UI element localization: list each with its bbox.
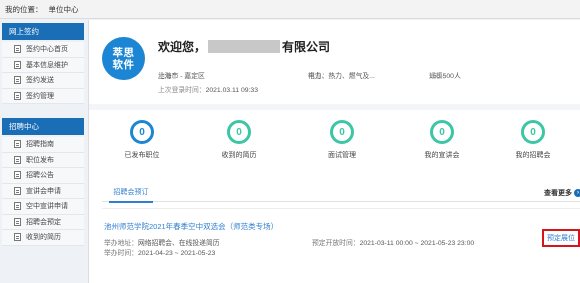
sidebar-item-sign-home[interactable]: 签约中心首页: [2, 42, 84, 58]
last-login-label: 上次登录时间：: [158, 87, 206, 94]
last-login: 上次登录时间：2021.03.11 09:33: [158, 84, 258, 94]
sidebar-item-label: 签约发送: [26, 77, 54, 85]
sidebar-item-label: 招聘公告: [26, 172, 54, 180]
stat-my-fairs[interactable]: 0 我的招聘会: [503, 120, 563, 160]
sidebar-item-seminar-apply[interactable]: 宣讲会申请: [2, 183, 84, 199]
scale-label: 规模：: [429, 73, 450, 80]
breadcrumb-current[interactable]: 单位中心: [49, 4, 79, 15]
document-icon: [14, 186, 21, 195]
stat-count-circle: 0: [130, 120, 154, 144]
welcome-heading: 欢迎您， 有限公司: [158, 38, 330, 55]
sidebar-item-label: 宣讲会申请: [26, 187, 61, 195]
sidebar: 网上签约 签约中心首页 基本信息维护 签约发送 签约管理 招聘中心 招聘指南 职…: [0, 20, 86, 283]
sidebar-item-resumes[interactable]: 收到的简历: [2, 230, 84, 246]
chevron-right-icon: ›: [574, 189, 580, 197]
sidebar-item-label: 签约中心首页: [26, 46, 68, 54]
fair-venue-value: 网络招聘会、在线投递简历: [137, 240, 220, 247]
industry-label: 行业：: [308, 73, 329, 80]
stats-row: 0 已发布职位 0 收到的简历 0 面试管理 0 我的宣讲会 0 我的招聘会: [89, 120, 580, 168]
sidebar-item-label: 招聘会预定: [26, 218, 61, 226]
tab-fair-booking[interactable]: 招聘会预订: [109, 187, 153, 203]
document-icon: [14, 140, 21, 149]
fair-title-link[interactable]: 池州师范学院2021年春季空中双选会（师范类专场）: [104, 221, 278, 232]
company-logo: 萃思 软件: [102, 37, 145, 80]
document-icon: [14, 155, 21, 164]
stat-received-resumes[interactable]: 0 收到的简历: [209, 120, 269, 160]
stat-count-circle: 0: [227, 120, 251, 144]
last-login-value: 2021.03.11 09:33: [205, 87, 258, 94]
see-more-label: 查看更多: [544, 190, 572, 197]
stat-interview-manage[interactable]: 0 面试管理: [312, 120, 372, 160]
document-icon: [14, 45, 21, 54]
fair-booking-value: 2021-03-11 00:00 ~ 2021-05-23 23:00: [359, 240, 475, 247]
fair-card: 池州师范学院2021年春季空中双选会（师范类专场） 举办地址：网络招聘会、在线投…: [102, 208, 580, 266]
stat-count-circle: 0: [521, 120, 545, 144]
logo-line-2: 软件: [112, 58, 135, 71]
section-divider: [89, 104, 580, 110]
main-panel: 萃思 软件 欢迎您， 有限公司 地址： 上海市 - 嘉定区 行业： 电力、热力、燃气…: [88, 20, 580, 283]
welcome-prefix: 欢迎您，: [158, 40, 207, 54]
see-more-link[interactable]: 查看更多 ›: [544, 188, 580, 198]
stat-my-seminars[interactable]: 0 我的宣讲会: [412, 120, 472, 160]
stat-count: 0: [139, 126, 145, 138]
sidebar-section-recruit[interactable]: 招聘中心: [2, 118, 84, 135]
document-icon: [14, 217, 21, 226]
stat-count: 0: [439, 126, 445, 138]
stat-count-circle: 0: [330, 120, 354, 144]
welcome-suffix: 有限公司: [282, 40, 331, 54]
sidebar-item-label: 收到的简历: [26, 234, 61, 242]
sidebar-item-sign-send[interactable]: 签约发送: [2, 73, 84, 89]
industry-field: 行业： 电力、热力、燃气及...: [308, 70, 375, 80]
address-field: 地址： 上海市 - 嘉定区: [158, 70, 205, 80]
logo-line-1: 萃思: [112, 46, 135, 59]
sidebar-item-online-seminar[interactable]: 空中宣讲申请: [2, 199, 84, 215]
breadcrumb-label: 我的位置：: [5, 4, 43, 14]
fair-time-value: 2021-04-23 ~ 2021-05-23: [137, 250, 216, 257]
fair-booking-label: 预定开放时间：: [312, 240, 360, 247]
stat-published-jobs[interactable]: 0 已发布职位: [112, 120, 172, 160]
stat-label: 我的招聘会: [515, 152, 551, 159]
sidebar-item-fair-booking[interactable]: 招聘会预定: [2, 214, 84, 230]
address-label: 地址：: [158, 73, 179, 80]
stat-label: 我的宣讲会: [424, 152, 460, 159]
fair-booking-window: 预定开放时间：2021-03-11 00:00 ~ 2021-05-23 23:…: [312, 237, 474, 247]
sidebar-item-announcement[interactable]: 招聘公告: [2, 168, 84, 184]
tab-bar: 招聘会预订 查看更多 ›: [102, 186, 580, 203]
fair-time-label: 举办时间：: [104, 250, 138, 257]
fair-venue: 举办地址：网络招聘会、在线投递简历: [104, 237, 220, 247]
fair-time: 举办时间：2021-04-23 ~ 2021-05-23: [104, 247, 215, 257]
sidebar-item-label: 职位发布: [26, 156, 54, 164]
scale-field: 规模： 150-500人: [429, 70, 461, 80]
stat-count: 0: [236, 126, 242, 138]
document-icon: [14, 91, 21, 100]
sidebar-item-label: 空中宣讲申请: [26, 203, 68, 211]
stat-count-circle: 0: [430, 120, 454, 144]
stat-label: 已发布职位: [124, 152, 160, 159]
reserve-booth-button[interactable]: 预定展位: [542, 229, 580, 247]
sidebar-item-label: 基本信息维护: [26, 61, 68, 69]
sidebar-item-label: 签约管理: [26, 92, 54, 100]
document-icon: [14, 76, 21, 85]
stat-label: 收到的简历: [221, 152, 257, 159]
document-icon: [14, 233, 21, 242]
document-icon: [14, 60, 21, 69]
document-icon: [14, 202, 21, 211]
sidebar-section-sign[interactable]: 网上签约: [2, 23, 84, 40]
sidebar-item-basic-info[interactable]: 基本信息维护: [2, 57, 84, 73]
redacted-company-name: [208, 40, 281, 53]
fair-venue-label: 举办地址：: [104, 240, 138, 247]
sidebar-item-guide[interactable]: 招聘指南: [2, 137, 84, 153]
sidebar-item-label: 招聘指南: [26, 141, 54, 149]
stat-count: 0: [530, 126, 536, 138]
sidebar-item-sign-manage[interactable]: 签约管理: [2, 88, 84, 104]
stat-label: 面试管理: [328, 152, 356, 159]
stat-count: 0: [339, 126, 345, 138]
sidebar-item-post-job[interactable]: 职位发布: [2, 152, 84, 168]
breadcrumb: 我的位置： 单位中心: [0, 0, 580, 19]
document-icon: [14, 171, 21, 180]
